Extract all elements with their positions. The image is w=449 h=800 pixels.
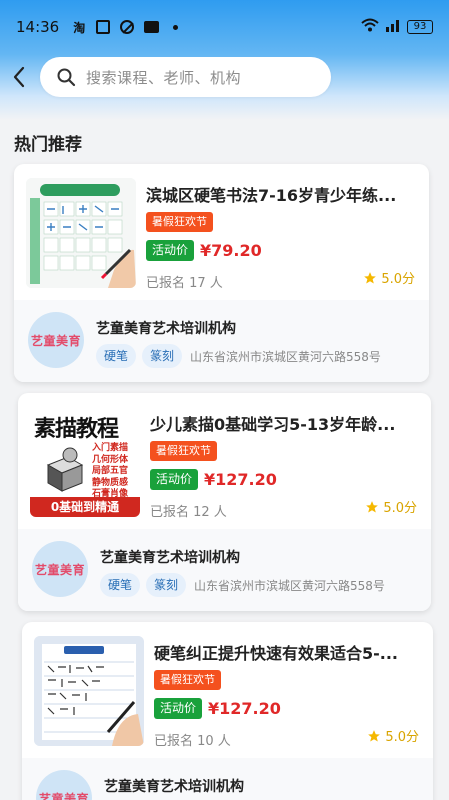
thumbnail-topic: 局部五官 xyxy=(92,466,129,476)
activity-price-badge: 活动价 xyxy=(154,698,203,719)
signal-icon xyxy=(385,18,401,36)
nav-bar: 搜索课程、老师、机构 xyxy=(0,56,449,98)
notification-box-icon xyxy=(95,19,111,35)
org-name: 艺童美育艺术培训机构 xyxy=(100,550,240,566)
course-title: 少儿素描0基础学习5-13岁年龄... xyxy=(150,415,396,434)
search-icon xyxy=(57,68,76,87)
activity-price-badge: 活动价 xyxy=(146,240,195,261)
thumbnail-banner: 0基础到精通 xyxy=(30,497,140,517)
course-title: 硬笔纠正提升快速有效果适合5-... xyxy=(154,644,399,663)
battery-indicator: 93 xyxy=(407,20,433,34)
org-address: 山东省滨州市滨城区黄河六路558号 xyxy=(190,349,381,364)
thumbnail-topic: 入门素描 xyxy=(92,443,129,453)
rating-value: 5.0分 xyxy=(383,501,417,516)
more-dot-icon xyxy=(167,19,183,35)
category-tag: 硬笔 xyxy=(100,573,141,597)
org-address: 山东省滨州市滨城区黄河六路558号 xyxy=(194,578,385,593)
org-info[interactable]: 艺童美育 艺童美育艺术培训机构 xyxy=(22,758,433,800)
wifi-icon xyxy=(361,18,379,36)
course-price: ¥79.20 xyxy=(200,241,262,260)
rating: 5.0分 xyxy=(367,726,419,745)
org-name: 艺童美育艺术培训机构 xyxy=(96,321,236,337)
org-logo: 艺童美育 xyxy=(28,312,84,368)
star-icon xyxy=(364,271,377,284)
star-icon xyxy=(368,729,381,742)
star-icon xyxy=(366,500,379,513)
dnd-icon xyxy=(119,19,135,35)
thumbnail-topics: 入门素描 几何形体 局部五官 静物质感 石膏肖像 xyxy=(92,443,128,501)
mail-icon xyxy=(143,19,159,35)
status-time: 14:36 xyxy=(16,18,60,36)
course-thumbnail: 素描教程 入门素描 几何形体 局部五官 静物质感 石膏肖像 0基础到精通 xyxy=(30,407,140,517)
promo-badge: 暑假狂欢节 xyxy=(150,441,217,461)
category-tag: 篆刻 xyxy=(142,344,183,368)
price-row: 活动价 ¥127.20 xyxy=(154,698,281,719)
enrolled-count: 已报名 17 人 xyxy=(146,276,223,291)
search-input[interactable]: 搜索课程、老师、机构 xyxy=(40,57,331,97)
org-logo: 艺童美育 xyxy=(32,541,88,597)
category-tag: 篆刻 xyxy=(146,573,187,597)
org-info[interactable]: 艺童美育 艺童美育艺术培训机构 硬笔 篆刻 山东省滨州市滨城区黄河六路558号 xyxy=(18,529,431,611)
course-title: 滨城区硬笔书法7-16岁青少年练... xyxy=(146,186,397,205)
status-bar: 14:36 淘 93 xyxy=(0,0,449,54)
price-row: 活动价 ¥79.20 xyxy=(146,240,262,261)
category-tag: 硬笔 xyxy=(96,344,137,368)
rating: 5.0分 xyxy=(365,497,417,516)
chevron-left-icon xyxy=(13,66,25,88)
rating-value: 5.0分 xyxy=(385,730,419,745)
promo-badge: 暑假狂欢节 xyxy=(146,212,213,232)
course-thumbnail xyxy=(26,178,136,288)
course-price: ¥127.20 xyxy=(204,470,277,489)
search-placeholder: 搜索课程、老师、机构 xyxy=(86,68,242,87)
taobao-icon: 淘 xyxy=(73,20,86,35)
org-name: 艺童美育艺术培训机构 xyxy=(104,779,244,795)
thumbnail-topic: 几何形体 xyxy=(92,454,129,465)
enrolled-count: 已报名 12 人 xyxy=(150,505,227,520)
rating-value: 5.0分 xyxy=(381,272,415,287)
org-info[interactable]: 艺童美育 艺童美育艺术培训机构 硬笔 篆刻 山东省滨州市滨城区黄河六路558号 xyxy=(14,300,429,382)
thumbnail-topic: 静物质感 xyxy=(92,477,129,488)
price-row: 活动价 ¥127.20 xyxy=(150,469,277,490)
course-card[interactable]: 滨城区硬笔书法7-16岁青少年练... 暑假狂欢节 活动价 ¥79.20 已报名… xyxy=(14,164,429,382)
rating: 5.0分 xyxy=(363,268,415,287)
course-card[interactable]: 硬笔纠正提升快速有效果适合5-... 暑假狂欢节 活动价 ¥127.20 已报名… xyxy=(22,622,433,800)
activity-price-badge: 活动价 xyxy=(150,469,199,490)
course-thumbnail xyxy=(34,636,144,746)
course-price: ¥127.20 xyxy=(208,699,281,718)
section-title: 热门推荐 xyxy=(14,135,82,155)
promo-badge: 暑假狂欢节 xyxy=(154,670,221,690)
cube-drawing xyxy=(46,447,84,492)
course-card[interactable]: 素描教程 入门素描 几何形体 局部五官 静物质感 石膏肖像 0基础到精通 少儿素… xyxy=(18,393,431,611)
back-button[interactable] xyxy=(4,62,34,92)
enrolled-count: 已报名 10 人 xyxy=(154,734,231,749)
org-logo: 艺童美育 xyxy=(36,770,92,800)
thumbnail-headline: 素描教程 xyxy=(34,417,119,442)
